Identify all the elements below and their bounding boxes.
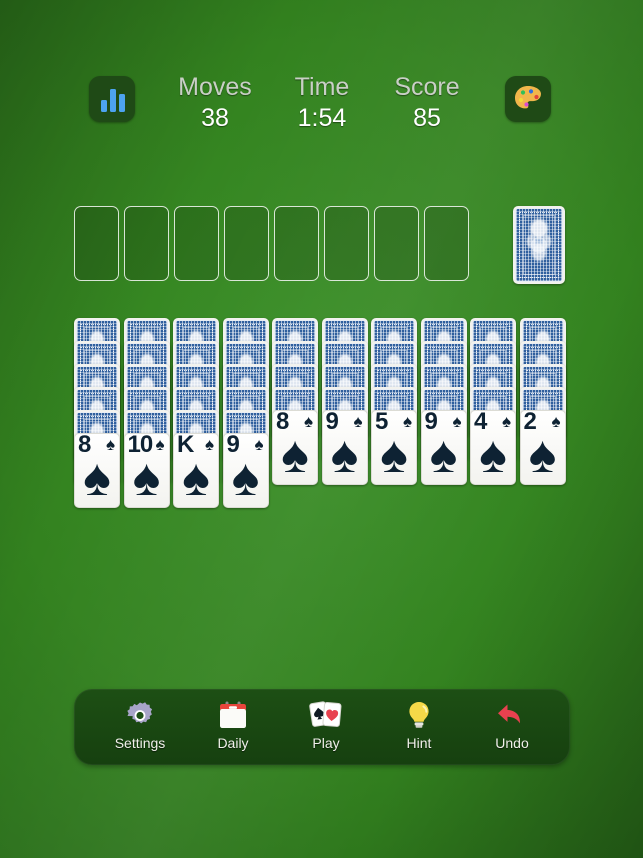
faceup-card[interactable]: 2 ♠ ♠	[519, 409, 566, 485]
stock-card[interactable]	[513, 206, 565, 284]
playing-cards-icon	[278, 697, 374, 735]
play-button[interactable]: Play	[278, 697, 374, 759]
foundation-slot-3[interactable]	[174, 206, 219, 281]
card-suit-large: ♠	[330, 426, 359, 484]
card-suit-large: ♠	[479, 426, 507, 484]
foundation-slot-5[interactable]	[274, 206, 319, 281]
daily-label: Daily	[217, 735, 249, 751]
faceup-card[interactable]: 8 ♠ ♠	[74, 432, 120, 508]
card-suit-large: ♠	[429, 426, 458, 484]
faceup-card[interactable]: 9 ♠ ♠	[420, 409, 467, 485]
card-suit-large: ♠	[132, 449, 161, 507]
stock-pile[interactable]	[513, 206, 565, 286]
foundation-slot-6[interactable]	[324, 206, 369, 281]
stat-score-value: 85	[413, 104, 441, 132]
card-back-pattern	[515, 208, 563, 282]
stat-score: Score 85	[362, 72, 492, 133]
bar-chart-icon	[101, 89, 125, 112]
foundation-slot-1[interactable]	[74, 206, 119, 281]
foundation-slot-2[interactable]	[124, 206, 169, 281]
theme-button[interactable]	[505, 76, 551, 122]
card-suit-large: ♠	[182, 449, 210, 507]
hint-label: Hint	[406, 735, 432, 751]
play-label: Play	[312, 735, 340, 751]
faceup-card[interactable]: 5 ♠ ♠	[371, 409, 417, 485]
header-bar: Moves 38 Time 1:54 Score 85	[0, 72, 643, 145]
foundation-slot-7[interactable]	[374, 206, 419, 281]
stats-button[interactable]	[89, 76, 135, 122]
stat-score-label: Score	[394, 73, 460, 101]
undo-button[interactable]: Undo	[464, 697, 560, 759]
faceup-card[interactable]: 4 ♠ ♠	[470, 409, 516, 485]
faceup-card[interactable]: 10 ♠ ♠	[123, 432, 170, 508]
game-stage: Moves 38 Time 1:54 Score 85 8 ♠ ♠ 10 ♠ ♠ K ♠ ♠ 9 ♠…	[0, 0, 643, 858]
faceup-card[interactable]: K ♠ ♠	[173, 432, 219, 508]
undo-label: Undo	[495, 735, 529, 751]
card-suit-large: ♠	[380, 426, 408, 484]
settings-label: Settings	[114, 735, 166, 751]
foundation-slot-8[interactable]	[424, 206, 469, 281]
settings-button[interactable]: Settings	[92, 697, 188, 759]
card-suit-large: ♠	[83, 449, 111, 507]
card-suit-large: ♠	[281, 426, 309, 484]
undo-arrow-icon	[464, 697, 560, 735]
foundation-row	[74, 206, 474, 284]
tableau-area: 8 ♠ ♠ 10 ♠ ♠ K ♠ ♠ 9 ♠ ♠ 8 ♠ ♠ 9 ♠ ♠ 5 ♠ ♠ 9 ♠ ♠ 4 ♠ ♠ 2 ♠ ♠	[74, 318, 574, 528]
faceup-card[interactable]: 8 ♠ ♠	[272, 409, 318, 485]
hint-button[interactable]: Hint	[371, 697, 467, 759]
lightbulb-icon	[371, 697, 467, 735]
foundation-slot-4[interactable]	[224, 206, 269, 281]
bottom-toolbar: Settings Daily Play Hint Undo	[74, 689, 570, 765]
faceup-card[interactable]: 9 ♠ ♠	[222, 432, 269, 508]
card-suit-large: ♠	[231, 449, 260, 507]
faceup-card[interactable]: 9 ♠ ♠	[321, 409, 368, 485]
daily-button[interactable]: Daily	[185, 697, 281, 759]
gear-icon	[92, 697, 188, 735]
palette-icon	[515, 86, 541, 109]
card-suit-large: ♠	[528, 426, 557, 484]
calendar-icon	[185, 697, 281, 735]
